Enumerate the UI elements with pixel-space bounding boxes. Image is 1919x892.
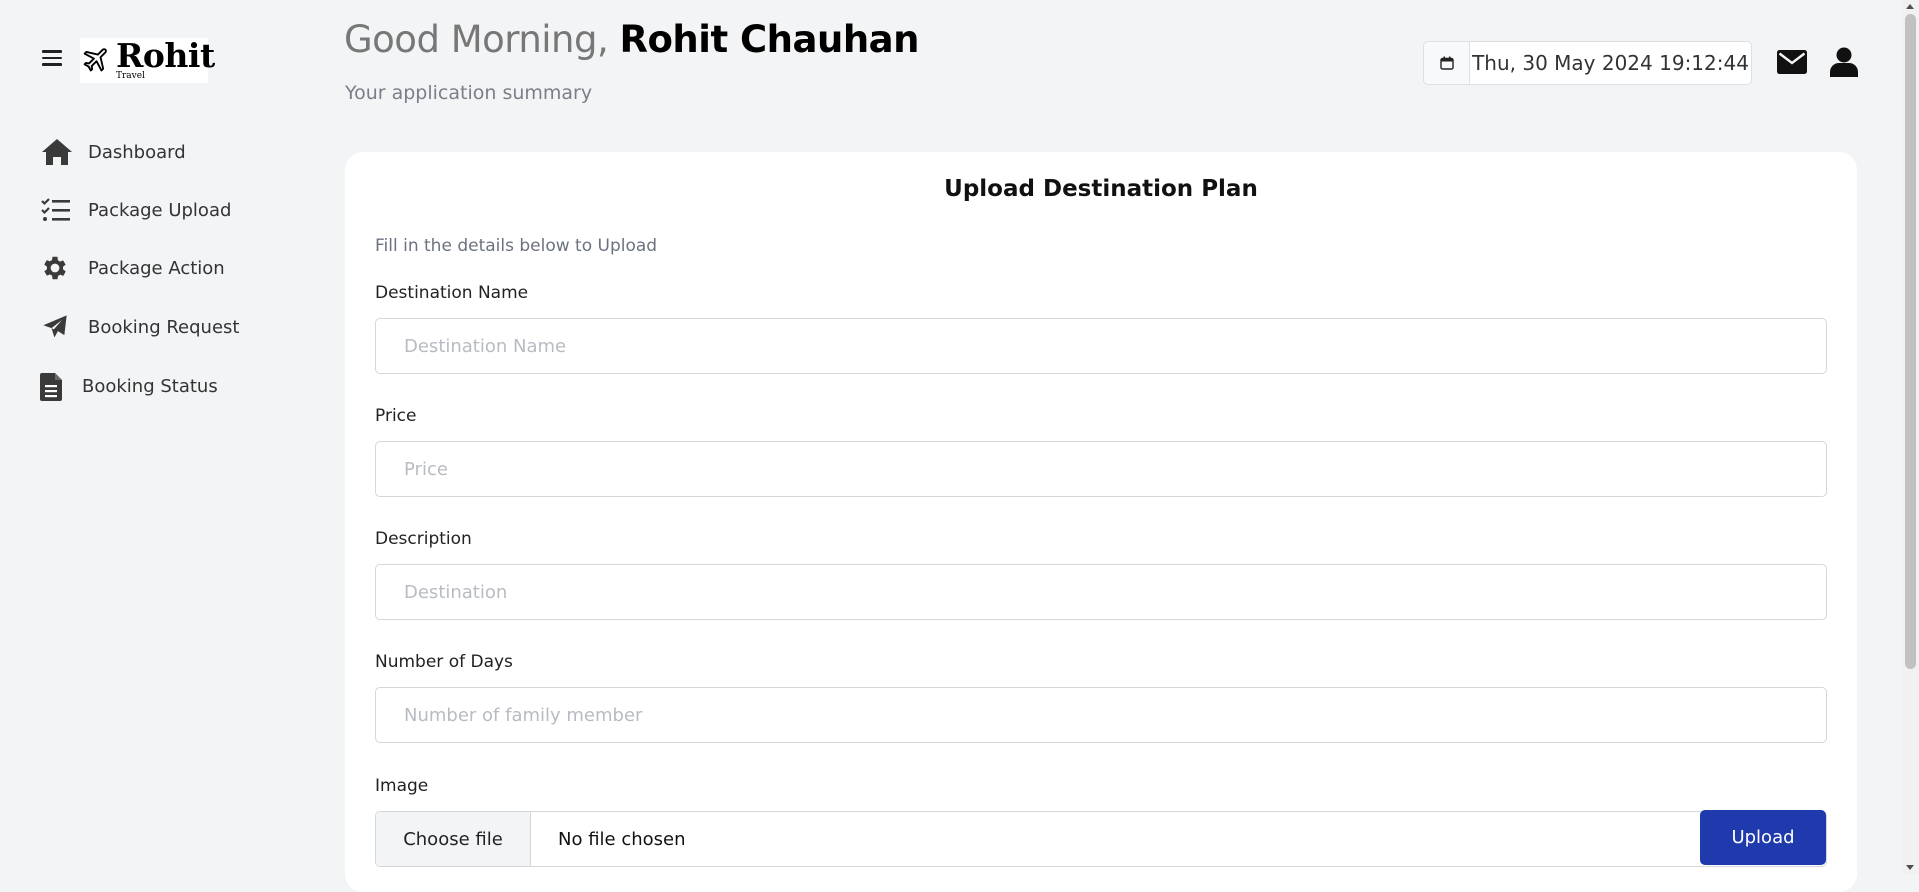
- gear-icon: [40, 252, 76, 284]
- sidebar-item-package-action[interactable]: Package Action: [40, 248, 225, 288]
- home-icon: [40, 136, 76, 168]
- sidebar-item-booking-status[interactable]: Booking Status: [40, 366, 218, 406]
- user-icon[interactable]: [1830, 47, 1858, 77]
- description-input[interactable]: [375, 564, 1827, 620]
- page-title: Good Morning, Rohit Chauhan: [344, 18, 919, 61]
- page-subtitle: Your application summary: [345, 82, 593, 104]
- scroll-up-icon[interactable]: [1906, 4, 1914, 9]
- sidebar-item-dashboard[interactable]: Dashboard: [40, 132, 186, 172]
- choose-file-button[interactable]: Choose file: [376, 812, 531, 866]
- sidebar: Rohit Travel Dashboard Package Upload Pa…: [0, 0, 330, 874]
- sidebar-item-label: Package Upload: [88, 199, 232, 221]
- number-of-days-label: Number of Days: [375, 652, 513, 672]
- sidebar-item-label: Package Action: [88, 257, 225, 279]
- sidebar-item-label: Booking Status: [82, 375, 218, 397]
- image-label: Image: [375, 776, 429, 796]
- form-title: Upload Destination Plan: [944, 176, 1258, 202]
- upload-form-card: Upload Destination Plan Fill in the deta…: [345, 152, 1857, 892]
- brand-name: Rohit: [116, 36, 215, 75]
- mail-icon[interactable]: [1777, 50, 1807, 74]
- price-label: Price: [375, 406, 417, 426]
- sidebar-item-label: Booking Request: [88, 316, 240, 338]
- list-check-icon: [40, 194, 76, 226]
- price-input[interactable]: [375, 441, 1827, 497]
- sidebar-item-booking-request[interactable]: Booking Request: [40, 307, 239, 347]
- form-description: Fill in the details below to Upload: [375, 236, 658, 256]
- sidebar-item-label: Dashboard: [88, 141, 186, 163]
- number-of-days-input[interactable]: [375, 687, 1827, 743]
- airplane-icon: [83, 48, 107, 72]
- file-text-icon: [40, 370, 70, 402]
- calendar-icon: [1424, 42, 1470, 84]
- brand-tagline: Travel: [116, 71, 145, 81]
- upload-button[interactable]: Upload: [1700, 810, 1826, 865]
- file-status: No file chosen: [558, 828, 686, 850]
- sidebar-item-package-upload[interactable]: Package Upload: [40, 190, 231, 230]
- paper-plane-icon: [40, 311, 76, 343]
- menu-toggle-icon[interactable]: [42, 50, 62, 66]
- user-name: Rohit Chauhan: [619, 18, 920, 61]
- scroll-down-icon[interactable]: [1906, 865, 1914, 870]
- destination-name-label: Destination Name: [375, 283, 529, 303]
- date-display: Thu, 30 May 2024 19:12:44: [1423, 41, 1752, 85]
- brand-logo[interactable]: Rohit Travel: [80, 36, 215, 83]
- destination-name-input[interactable]: [375, 318, 1827, 374]
- greeting-text: Good Morning,: [344, 18, 609, 61]
- scrollbar-thumb[interactable]: [1905, 14, 1916, 669]
- page-scrollbar[interactable]: [1902, 0, 1919, 874]
- description-label: Description: [375, 529, 472, 549]
- image-file-input[interactable]: Choose file No file chosen: [375, 811, 1827, 867]
- current-datetime: Thu, 30 May 2024 19:12:44: [1472, 51, 1749, 75]
